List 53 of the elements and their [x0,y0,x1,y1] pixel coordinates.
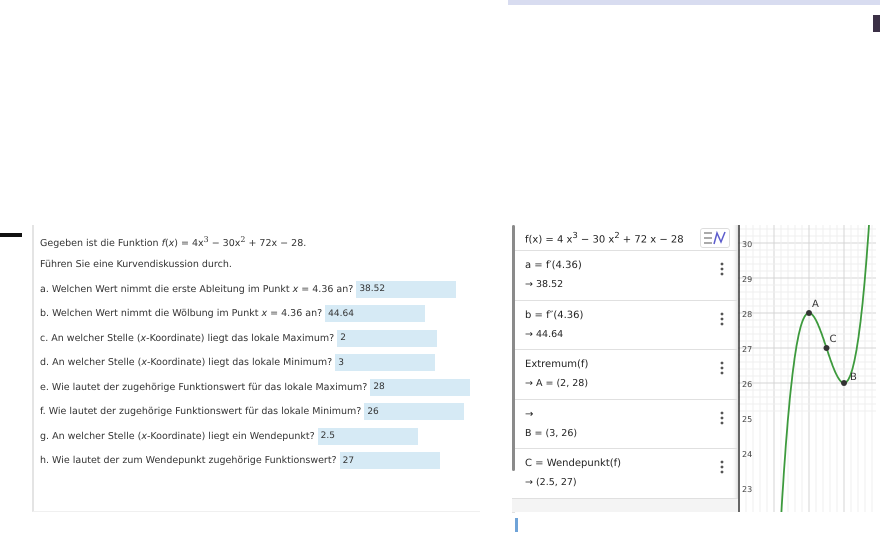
question-text: d. An welcher Stelle (x-Koordinate) liegt das lokale Minimum? [40,357,332,368]
point-label: C [830,334,836,345]
more-options-icon[interactable] [720,460,724,474]
answer-field[interactable]: 44.64 [325,305,426,322]
answer-field[interactable]: 2.5 [318,428,418,445]
point-label: B [850,372,857,383]
question-text: c. An welcher Stelle (x-Koordinate) liegt das lokale Maximum? [40,332,334,344]
point-marker[interactable] [824,345,830,351]
answer-field[interactable]: 26 [364,403,464,420]
y-tick-label: 25 [742,415,752,424]
point-marker[interactable] [841,380,847,386]
point-marker[interactable] [806,310,812,316]
task-intro: Gegeben ist die Funktion f(x) = 4x$^{3}$ − 30x$^{2}$ + 72x − 28. [40,235,308,250]
algebra-expression: C = Wendepunkt(f) [525,458,622,469]
y-tick-label: 30 [742,240,752,249]
scrollbar[interactable] [512,225,515,471]
y-tick-label: 29 [742,275,752,284]
algebra-result: → A = (2, 28) [525,378,588,389]
algebra-expression: Extremum(f) [525,359,588,370]
task-instruction: Führen Sie eine Kurvendiskussion durch. [40,259,233,270]
more-options-icon[interactable] [720,361,724,375]
y-tick-label: 28 [742,310,752,319]
tab-indicator [0,233,22,237]
algebra-result: → (2.5, 27) [525,477,578,488]
y-tick-label: 24 [742,450,752,459]
answer-field[interactable]: 3 [335,354,436,372]
y-tick-label: 27 [742,345,752,354]
y-tick-label: 26 [742,380,752,389]
question-text: h. Wie lautet der zum Wendepunkt zugehörige Funktionswert? [40,455,337,466]
graph-style-icon[interactable] [700,228,730,248]
more-options-icon[interactable] [720,262,724,276]
question-text: a. Welchen Wert nimmt die erste Ableitung im Punkt x = 4.36 an? [40,284,354,295]
question-text: b. Welchen Wert nimmt die Wölbung im Punkt x = 4.36 an? [40,308,322,320]
algebra-result: → 44.64 [525,328,564,340]
window-edge [873,15,880,32]
answer-field[interactable]: 2 [337,330,438,347]
more-options-icon[interactable] [720,312,724,326]
point-label: A [812,299,819,310]
question-text: e. Wie lautet der zugehörige Funktionswert für das lokale Maximum? [40,382,368,393]
algebra-expression: → [525,408,534,420]
y-tick-label: 23 [742,485,752,494]
window-edge [515,518,518,532]
answer-field[interactable]: 27 [340,452,440,470]
question-text: g. An welcher Stelle (x-Koordinate) liegt ein Wendepunkt? [40,430,315,442]
more-options-icon[interactable] [720,410,724,424]
function-definition: f(x) = 4 x$^{3}$ − 30 x$^{2}$ + 72 x − 28 [525,230,684,246]
answer-field[interactable]: 28 [370,378,470,396]
algebra-expression: a = f′(4.36) [525,260,582,271]
answer-field[interactable]: 38.52 [356,280,456,298]
algebra-result: B = (3, 26) [525,428,578,438]
question-text: f. Wie lautet der zugehörige Funktionswert für das lokale Minimum? [40,406,362,418]
algebra-expression: b = f″(4.36) [525,310,584,320]
algebra-result: → 38.52 [525,279,564,290]
